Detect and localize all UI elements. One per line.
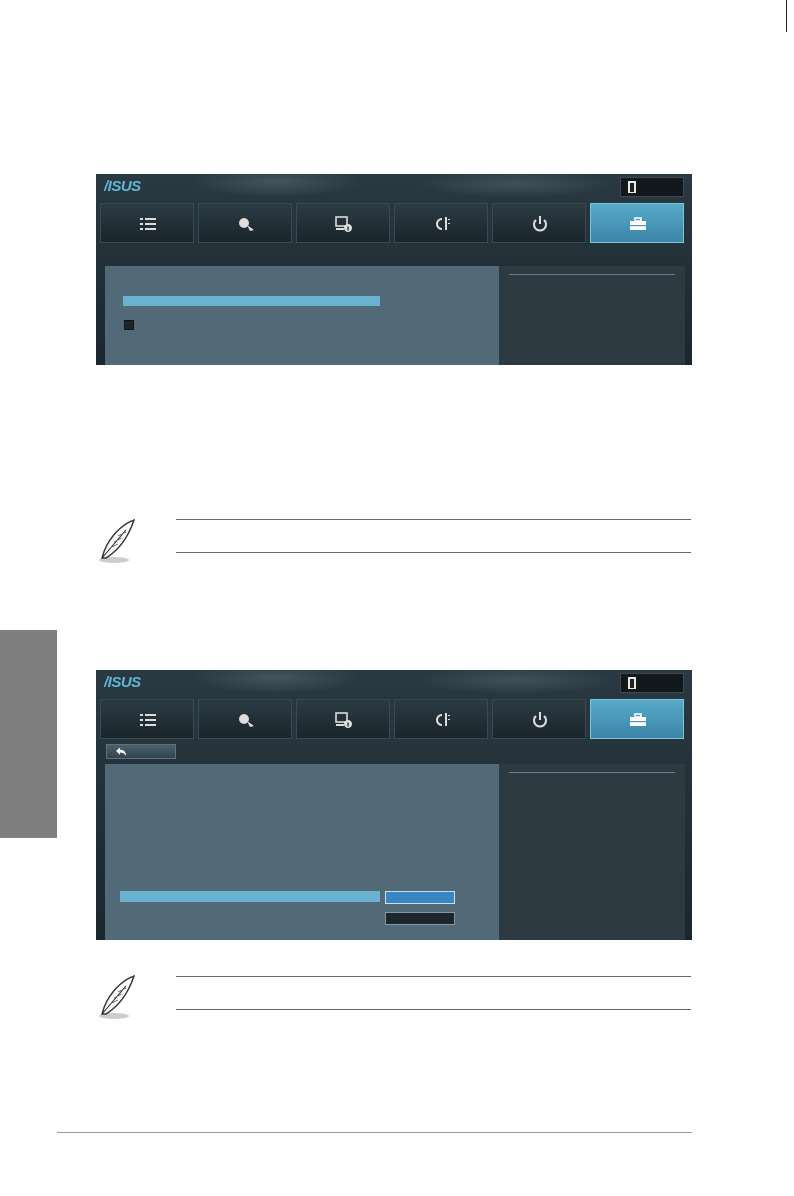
- back-button[interactable]: [106, 744, 176, 759]
- tab-tool[interactable]: [590, 203, 684, 243]
- feather-note-icon: [99, 974, 136, 1019]
- option-unselected[interactable]: [385, 912, 455, 925]
- tab-tool[interactable]: [590, 699, 684, 739]
- bios-top-bar: /ISUS: [96, 670, 692, 694]
- monitor-icon: [436, 713, 450, 726]
- list-icon: [140, 714, 156, 726]
- exit-door-icon: [628, 677, 636, 689]
- bios-screenshot-1: /ISUS: [96, 174, 692, 365]
- main-menu-tabs: [100, 203, 688, 243]
- main-menu-tabs: [100, 699, 688, 739]
- advanced-icon: [335, 712, 352, 728]
- page-trim-line: [786, 0, 787, 32]
- list-icon: [140, 218, 156, 230]
- note-2-top-rule: [176, 976, 691, 977]
- note-1-top-rule: [176, 519, 691, 520]
- note-2-bottom-rule: [176, 1009, 691, 1010]
- selected-menu-item[interactable]: [123, 296, 380, 306]
- settings-panel: [105, 764, 499, 940]
- tool-icon: [630, 713, 646, 726]
- chapter-side-tab: [0, 630, 57, 838]
- note-1-bottom-rule: [176, 552, 691, 553]
- tab-ai-tweaker[interactable]: [198, 699, 292, 739]
- tool-icon: [630, 217, 646, 230]
- advanced-icon: [335, 216, 352, 232]
- exit-door-icon: [628, 181, 636, 193]
- exit-button[interactable]: [620, 177, 684, 197]
- feather-note-icon: [99, 518, 136, 563]
- settings-panel: [105, 266, 499, 365]
- ai-tweaker-icon: [239, 218, 254, 231]
- tab-monitor[interactable]: [394, 699, 488, 739]
- help-panel: [499, 764, 685, 940]
- asus-logo-icon: /ISUS: [104, 674, 142, 690]
- tab-main[interactable]: [100, 203, 194, 243]
- option-selected[interactable]: [385, 891, 455, 904]
- power-icon: [533, 712, 547, 728]
- asus-logo-icon: /ISUS: [104, 178, 142, 194]
- tab-advanced[interactable]: [296, 203, 390, 243]
- tab-boot[interactable]: [492, 699, 586, 739]
- ai-tweaker-icon: [239, 714, 254, 727]
- monitor-icon: [436, 217, 450, 230]
- help-divider: [509, 772, 675, 773]
- page-footer-rule: [57, 1132, 692, 1133]
- bios-screenshot-2: /ISUS: [96, 670, 692, 940]
- svg-text:/ISUS: /ISUS: [104, 178, 141, 194]
- item-checkbox[interactable]: [124, 320, 134, 330]
- tab-advanced[interactable]: [296, 699, 390, 739]
- tab-boot[interactable]: [492, 203, 586, 243]
- tab-main[interactable]: [100, 699, 194, 739]
- tab-ai-tweaker[interactable]: [198, 203, 292, 243]
- power-icon: [533, 216, 547, 232]
- help-divider: [509, 274, 675, 275]
- help-panel: [499, 266, 685, 365]
- tab-monitor[interactable]: [394, 203, 488, 243]
- selected-menu-item[interactable]: [120, 891, 380, 902]
- svg-text:/ISUS: /ISUS: [104, 674, 141, 690]
- back-arrow-icon: [116, 747, 126, 756]
- exit-button[interactable]: [620, 673, 684, 693]
- bios-top-bar: /ISUS: [96, 174, 692, 198]
